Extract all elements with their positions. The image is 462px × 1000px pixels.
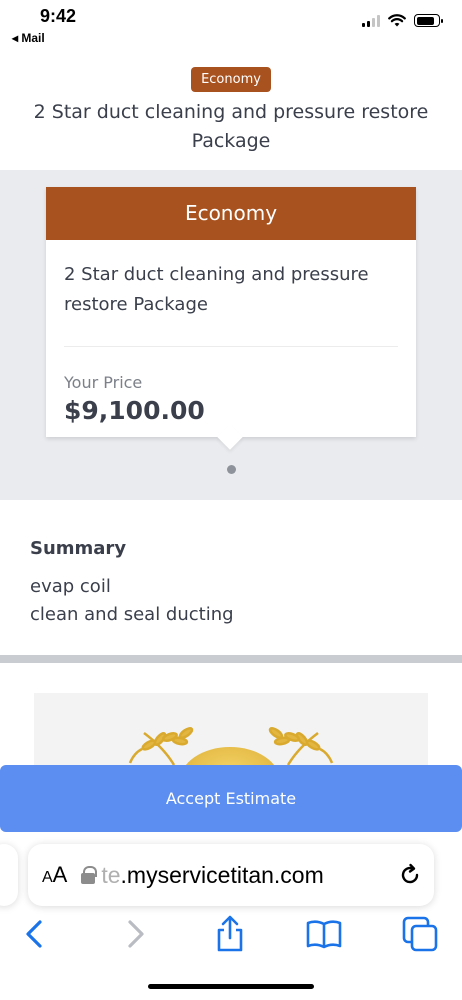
section-divider [0,655,462,663]
lock-icon [81,866,98,884]
browser-bottom-bar: AA te.myservicetitan.com [0,832,462,1000]
tabs-icon[interactable] [400,914,440,954]
summary-section: Summary evap coil clean and seal ducting [0,500,462,655]
aa-small: A [42,869,53,886]
summary-line: evap coil [30,576,111,597]
accept-estimate-button[interactable]: Accept Estimate [0,765,462,832]
forward-chevron-icon[interactable] [114,914,154,954]
option-card[interactable]: Economy 2 Star duct cleaning and pressur… [46,187,416,437]
share-icon[interactable] [210,914,250,954]
back-chevron-icon[interactable] [16,914,56,954]
status-icons [362,14,443,27]
cellular-signal-icon [362,14,380,27]
url-text[interactable]: te.myservicetitan.com [101,862,398,889]
carousel-page-dot[interactable] [227,465,236,474]
package-title: 2 Star duct cleaning and pressure restor… [33,101,429,152]
url-domain: .myservicetitan.com [120,861,324,888]
reload-icon[interactable] [398,863,422,887]
status-bar: 9:42 ◂ Mail [0,0,462,48]
tier-badge: Economy [191,67,271,92]
option-card-tier: Economy [46,187,416,240]
option-card-description: 2 Star duct cleaning and pressure restor… [64,264,369,315]
battery-icon [414,14,443,27]
option-card-body: 2 Star duct cleaning and pressure restor… [46,240,416,425]
aa-large: A [52,862,68,887]
summary-title: Summary [30,538,127,559]
summary-lines: evap coil clean and seal ducting [30,573,432,629]
url-faded-prefix: te [101,861,121,888]
summary-line: clean and seal ducting [30,604,234,625]
back-to-mail-link[interactable]: ◂ Mail [12,31,45,45]
estimate-header: Economy 2 Star duct cleaning and pressur… [0,48,462,170]
home-indicator [148,984,314,989]
browser-toolbar [0,914,462,958]
previous-tab-edge[interactable] [0,844,18,906]
options-carousel[interactable]: Economy 2 Star duct cleaning and pressur… [0,170,462,500]
reader-options-button[interactable]: AA [42,862,67,888]
price-label: Your Price [64,373,143,392]
price-value: $9,100.00 [64,396,205,425]
status-time: 9:42 [40,6,77,26]
wifi-icon [388,14,406,27]
bookmarks-icon[interactable] [304,914,344,954]
address-bar[interactable]: AA te.myservicetitan.com [28,844,434,906]
card-divider [64,346,398,347]
